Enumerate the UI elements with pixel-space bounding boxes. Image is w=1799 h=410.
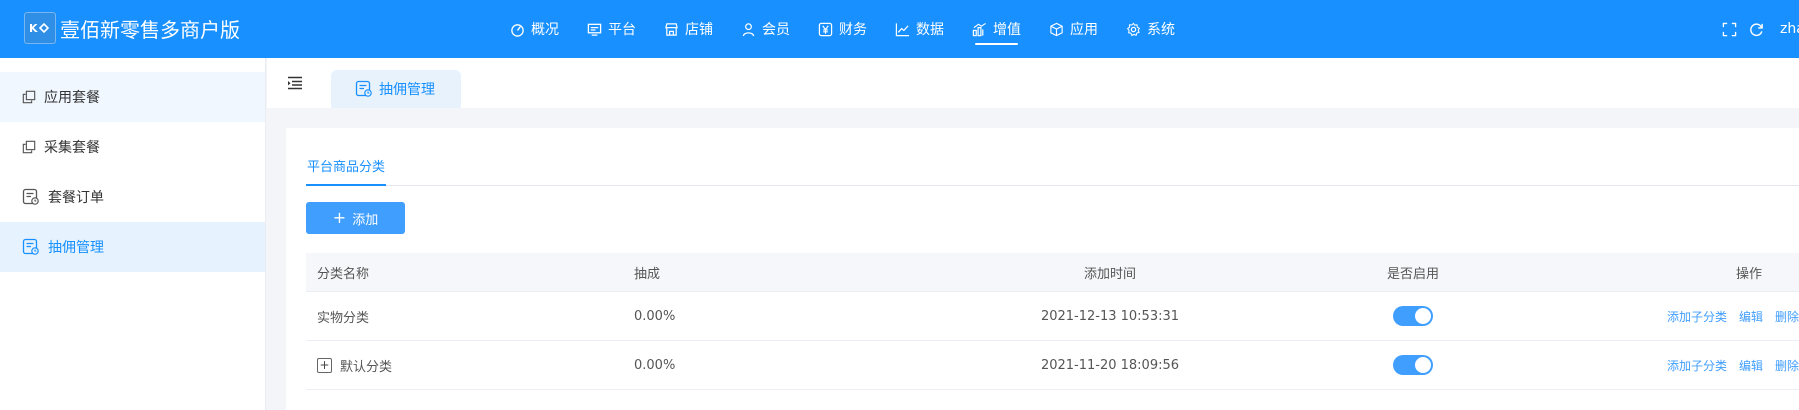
- sidebar-item-collect-package[interactable]: 采集套餐: [0, 122, 265, 172]
- enabled-cell: [1358, 341, 1468, 389]
- commission-rate: 0.00%: [634, 357, 676, 373]
- fullscreen-icon[interactable]: [1722, 22, 1737, 37]
- nav-item-label: 概况: [531, 22, 559, 38]
- nav-item-label: 数据: [916, 22, 944, 38]
- toggle-knob: [1415, 308, 1431, 324]
- nav-item-label: 会员: [762, 22, 790, 38]
- value-added-icon: [972, 22, 986, 36]
- edit-link[interactable]: 编辑: [1739, 357, 1763, 374]
- toggle-knob: [1415, 357, 1431, 373]
- sidebar-item-package-orders[interactable]: 套餐订单: [0, 172, 265, 222]
- platform-icon: [587, 23, 602, 36]
- copy-icon: [22, 90, 36, 104]
- refresh-icon[interactable]: [1749, 22, 1764, 37]
- svg-text:K: K: [29, 22, 38, 35]
- column-header-ops: 操作: [1735, 266, 1762, 282]
- sidebar-item-label: 抽佣管理: [48, 240, 104, 256]
- member-icon: [742, 22, 755, 36]
- added-time: 2021-11-20 18:09:56: [1040, 357, 1180, 373]
- brand[interactable]: K 壹佰新零售多商户版: [24, 11, 240, 45]
- commission-form-icon: [22, 238, 39, 255]
- category-table: 分类名称 抽成 添加时间 是否启用 操作 实物分类 0.00% 2021-12-…: [306, 253, 1799, 390]
- enabled-toggle[interactable]: [1393, 355, 1433, 375]
- logo-icon: K: [24, 12, 56, 44]
- enabled-toggle[interactable]: [1393, 306, 1433, 326]
- store-icon: [665, 22, 678, 36]
- top-nav: 概况 平台 店铺 会员 财务 数据 增值 应用 系统: [496, 0, 1189, 58]
- app-cube-icon: [1050, 22, 1063, 36]
- subtab-bar: 平台商品分类: [306, 156, 1799, 186]
- category-name-cell: + 默认分类: [317, 341, 392, 389]
- order-form-icon: [22, 188, 39, 205]
- finance-icon: [818, 22, 833, 36]
- commission-rate: 0.00%: [634, 308, 676, 324]
- commission-form-icon: [355, 80, 372, 97]
- copy-icon: [22, 140, 36, 154]
- app-title: 壹佰新零售多商户版: [60, 17, 240, 42]
- sidebar-item-label: 套餐订单: [48, 190, 104, 206]
- nav-item-apps[interactable]: 应用: [1035, 0, 1112, 58]
- data-chart-icon: [895, 22, 910, 36]
- tab-commission[interactable]: 抽佣管理: [331, 70, 461, 108]
- settings-icon: [1126, 22, 1141, 36]
- sidebar-item-commission[interactable]: 抽佣管理: [0, 222, 265, 272]
- nav-item-label: 财务: [839, 22, 867, 38]
- nav-item-value-added[interactable]: 增值: [958, 0, 1035, 58]
- page-tab-strip: 抽佣管理: [267, 58, 1799, 108]
- row-actions: 添加子分类 编辑 删除: [1649, 292, 1799, 340]
- nav-item-system[interactable]: 系统: [1112, 0, 1189, 58]
- user-name[interactable]: zha: [1780, 21, 1799, 37]
- sidebar-item-label: 应用套餐: [44, 90, 100, 106]
- category-name: 实物分类: [317, 310, 370, 326]
- sidebar-item-app-package[interactable]: 应用套餐: [0, 72, 265, 122]
- table-row: + 默认分类 0.00% 2021-11-20 18:09:56 添加子分类 编…: [306, 341, 1799, 390]
- sidebar: 应用套餐 采集套餐 套餐订单 抽佣管理: [0, 58, 266, 410]
- plus-icon: +: [332, 208, 347, 227]
- delete-link[interactable]: 删除: [1775, 357, 1799, 374]
- sidebar-item-label: 采集套餐: [44, 140, 100, 156]
- top-right-tools: zha: [1722, 0, 1799, 58]
- nav-item-label: 平台: [608, 22, 636, 38]
- nav-item-label: 店铺: [685, 22, 713, 38]
- table-header: 分类名称 抽成 添加时间 是否启用 操作: [306, 253, 1799, 292]
- menu-collapse-icon[interactable]: [287, 76, 303, 94]
- tab-label: 抽佣管理: [379, 82, 435, 98]
- sidebar-top-gap: [0, 58, 265, 72]
- expand-icon[interactable]: +: [317, 357, 332, 373]
- nav-item-platform[interactable]: 平台: [573, 0, 650, 58]
- edit-link[interactable]: 编辑: [1739, 308, 1763, 325]
- nav-item-data[interactable]: 数据: [881, 0, 958, 58]
- nav-item-member[interactable]: 会员: [727, 0, 804, 58]
- subtab-platform-category[interactable]: 平台商品分类: [306, 156, 387, 186]
- column-header-enabled: 是否启用: [1386, 266, 1439, 282]
- added-time: 2021-12-13 10:53:31: [1040, 308, 1180, 324]
- nav-item-finance[interactable]: 财务: [804, 0, 881, 58]
- top-bar: K 壹佰新零售多商户版 概况 平台 店铺 会员 财务 数据 增值 应用 系统 z…: [0, 0, 1799, 58]
- nav-item-label: 系统: [1147, 22, 1175, 38]
- main-card: 平台商品分类 + 添加 分类名称 抽成 添加时间 是否启用 操作 实物分类 0.…: [286, 128, 1799, 410]
- row-actions: 添加子分类 编辑 删除: [1649, 341, 1799, 389]
- column-header-rate: 抽成: [634, 266, 661, 282]
- nav-item-overview[interactable]: 概况: [496, 0, 573, 58]
- column-header-name: 分类名称: [317, 266, 370, 282]
- nav-item-label: 应用: [1070, 22, 1098, 38]
- nav-item-store[interactable]: 店铺: [650, 0, 727, 58]
- dashboard-icon: [511, 23, 524, 37]
- nav-item-label: 增值: [993, 22, 1021, 38]
- add-button[interactable]: + 添加: [306, 202, 405, 234]
- add-child-category-link[interactable]: 添加子分类: [1667, 308, 1727, 325]
- add-button-label: 添加: [352, 212, 379, 228]
- enabled-cell: [1358, 292, 1468, 340]
- table-row: 实物分类 0.00% 2021-12-13 10:53:31 添加子分类 编辑 …: [306, 292, 1799, 341]
- category-name: 默认分类: [340, 359, 393, 375]
- column-header-time: 添加时间: [1083, 266, 1136, 282]
- delete-link[interactable]: 删除: [1775, 308, 1799, 325]
- add-child-category-link[interactable]: 添加子分类: [1667, 357, 1727, 374]
